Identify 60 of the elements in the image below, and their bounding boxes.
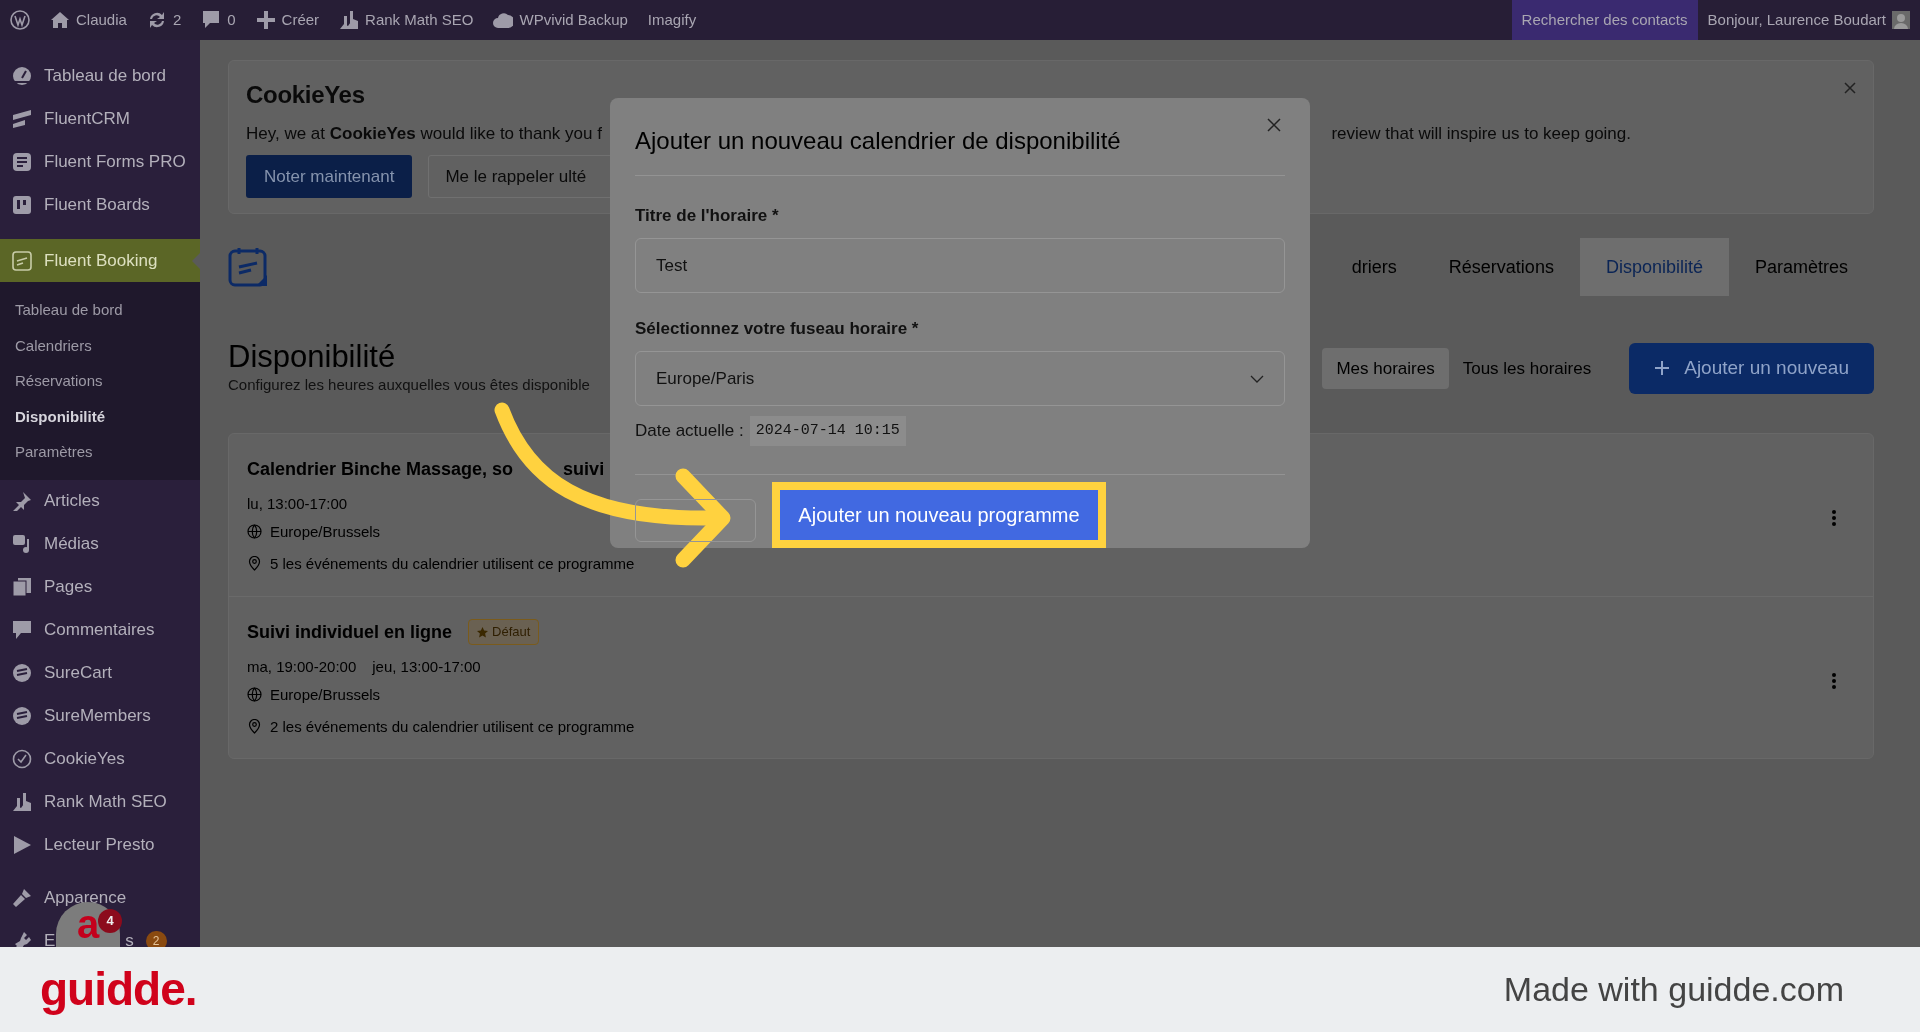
submenu-item[interactable]: Tableau de bord: [0, 292, 200, 328]
brand-logo: CookieYes: [246, 80, 365, 110]
timezone-text: Europe/Brussels: [270, 684, 381, 705]
submenu-item[interactable]: Disponibilité: [0, 398, 200, 434]
sidebar-item[interactable]: Médias: [0, 522, 200, 566]
sidebar-item[interactable]: Articles: [0, 479, 200, 523]
page-subtitle: Configurez les heures auxquelles vous êtes disponible: [228, 375, 590, 396]
submenu-item[interactable]: Calendriers: [0, 327, 200, 363]
sidebar-item[interactable]: FluentCRM: [0, 97, 200, 140]
sidebar-item[interactable]: Commentaires: [0, 608, 200, 652]
footer-text: Made with guidde.com: [1503, 969, 1844, 1010]
rate-button[interactable]: Noter maintenant: [246, 154, 413, 198]
sidebar-item[interactable]: Fluent Booking: [0, 239, 200, 282]
schedule-title[interactable]: suivi: [563, 455, 605, 483]
notice-text: review that will inspire us to keep going.: [1331, 123, 1631, 145]
sidebar-item[interactable]: Lecteur Presto: [0, 823, 200, 867]
sidebar-item[interactable]: Rank Math SEO: [0, 780, 200, 824]
date-label: Date actuelle :: [635, 420, 744, 442]
count-badge: 2: [145, 931, 167, 947]
add-schedule-button[interactable]: Ajouter un nouveau programme: [780, 490, 1098, 540]
notice-text: Hey, we at CookieYes would like to thank you f: [246, 123, 602, 145]
schedule-title[interactable]: Calendrier Binche Massage, so: [247, 455, 514, 483]
toolbar-link[interactable]: 2: [136, 0, 192, 40]
schedule-title[interactable]: Suivi individuel en ligne: [247, 618, 453, 646]
usage-text: 2 les événements du calendrier utilisent ce programme: [270, 716, 635, 737]
search-contacts-link[interactable]: Rechercher des contacts: [1511, 0, 1698, 40]
greeting-link[interactable]: Bonjour, Laurence Boudart: [1707, 8, 1886, 32]
title-input-field[interactable]: Test: [635, 238, 1285, 293]
field-label: Sélectionnez votre fuseau horaire *: [635, 319, 919, 339]
modal-title: Ajouter un nouveau calendrier de disponibilité: [635, 126, 1121, 155]
toolbar-link[interactable]: WPvivid Backup: [483, 0, 638, 40]
sidebar-item[interactable]: s: [125, 928, 134, 947]
brand-logo: guidde.: [40, 962, 197, 1017]
timezone-text: Europe/Brussels: [270, 521, 381, 542]
toolbar-link[interactable]: Rank Math SEO: [329, 0, 484, 40]
sidebar-item[interactable]: E: [44, 928, 56, 947]
sidebar-item[interactable]: Fluent Forms PRO: [0, 140, 200, 183]
default-badge: Défaut: [468, 619, 540, 645]
schedule-time: ma, 19:00-20:00: [247, 656, 357, 677]
sidebar-item[interactable]: Tableau de bord: [0, 54, 200, 97]
toolbar-link[interactable]: 0: [191, 0, 246, 40]
field-label: Titre de l'horaire *: [635, 206, 779, 226]
timezone-select[interactable]: Europe/Paris: [635, 351, 1285, 406]
schedule-time: jeu, 13:00-17:00: [372, 656, 481, 677]
page-title: Disponibilité: [228, 340, 396, 375]
sidebar-item[interactable]: SureMembers: [0, 694, 200, 738]
submenu-item[interactable]: Paramètres: [0, 434, 200, 470]
usage-text: 5 les événements du calendrier utilisent ce programme: [270, 553, 635, 574]
add-new-button[interactable]: Ajouter un nouveau: [1629, 343, 1874, 394]
date-value: 2024-07-14 10:15: [749, 416, 906, 446]
filter-tab[interactable]: Mes horaires: [1322, 347, 1449, 390]
toolbar-link[interactable]: Créer: [245, 0, 330, 40]
sidebar-item[interactable]: Pages: [0, 565, 200, 609]
submenu-item[interactable]: Réservations: [0, 363, 200, 399]
sidebar-item[interactable]: Fluent Boards: [0, 183, 200, 226]
toolbar-link[interactable]: Claudia: [40, 0, 137, 40]
sidebar-item[interactable]: CookieYes: [0, 737, 200, 781]
toolbar-link[interactable]: Imagify: [637, 0, 707, 40]
schedule-time: lu, 13:00-17:00: [247, 493, 348, 514]
sidebar-item[interactable]: SureCart: [0, 651, 200, 695]
